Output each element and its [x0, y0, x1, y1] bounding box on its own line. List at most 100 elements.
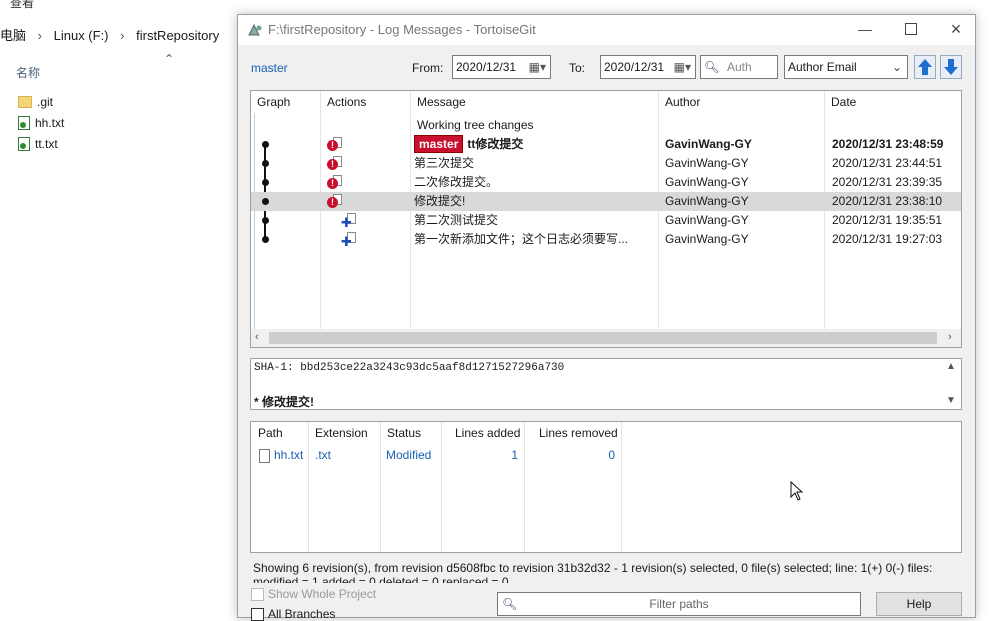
explorer-item-tt[interactable]: tt.txt [18, 135, 58, 153]
chevron-right-icon: › [120, 28, 125, 43]
mouse-cursor-icon [790, 481, 804, 501]
added-icon: ✚ [341, 215, 352, 230]
commit-author: GavinWang-GY [665, 137, 752, 151]
explorer-item-git[interactable]: .git [18, 93, 53, 111]
file-row[interactable]: hh.txt .txt Modified 1 0 [251, 446, 961, 465]
commit-row[interactable]: ! master tt修改提交 GavinWang-GY 2020/12/31 23:4… [251, 135, 961, 154]
commit-row[interactable]: ! 二次修改提交。 GavinWang-GY 2020/12/31 23:39:35 [251, 173, 961, 192]
column-header-graph[interactable]: Graph [251, 91, 290, 113]
working-tree-label: Working tree changes [417, 118, 534, 132]
from-label: From: [412, 61, 444, 75]
breadcrumb: 电脑 › Linux (F:) › firstRepository [0, 26, 219, 46]
commit-date: 2020/12/31 23:38:10 [832, 194, 943, 208]
chevron-down-icon: ⌄ [891, 60, 902, 74]
file-column-lines-removed[interactable]: Lines removed [533, 422, 618, 444]
commit-date: 2020/12/31 19:27:03 [832, 232, 943, 246]
arrow-down-icon [944, 59, 958, 75]
modified-icon: ! [327, 159, 338, 170]
window-title: F:\firstRepository - Log Messages - Tort… [268, 22, 536, 37]
commit-date: 2020/12/31 23:39:35 [832, 175, 943, 189]
to-label: To: [569, 61, 586, 75]
commit-message-text: 第二次测试提交 [414, 213, 499, 227]
checkbox-icon [251, 587, 264, 601]
title-bar[interactable]: F:\firstRepository - Log Messages - Tort… [238, 15, 975, 45]
commit-node [262, 160, 269, 167]
branch-ref-badge[interactable]: master [414, 135, 464, 153]
calendar-dropdown-icon: ▦▾ [528, 60, 546, 74]
file-lines-added: 1 [511, 448, 518, 462]
status-text: Showing 6 revision(s), from revision d56… [253, 561, 958, 583]
filter-field-select[interactable]: Author Email ⌄ [784, 55, 908, 79]
breadcrumb-item-pc[interactable]: 电脑 [0, 28, 26, 43]
calendar-dropdown-icon: ▦▾ [673, 60, 691, 74]
chevron-right-icon: › [37, 28, 42, 43]
file-explorer: 查看 电脑 › Linux (F:) › firstRepository 名称 … [0, 0, 240, 618]
file-path: hh.txt [274, 448, 304, 462]
branch-link[interactable]: master [251, 61, 288, 75]
minimize-button[interactable]: — [850, 17, 880, 41]
modified-icon: ! [327, 178, 338, 189]
next-button[interactable] [940, 55, 962, 79]
status-line-1: Showing 6 revision(s), from revision d56… [253, 561, 933, 575]
breadcrumb-item-drive[interactable]: Linux (F:) [54, 28, 109, 43]
search-icon: 🔍︎ [502, 597, 518, 611]
file-column-extension[interactable]: Extension [309, 422, 368, 444]
horizontal-scrollbar[interactable]: ‹ › [251, 329, 961, 347]
log-list[interactable]: Graph Actions Message Author Date Workin… [250, 90, 962, 348]
column-divider [524, 422, 525, 552]
filter-paths-input[interactable]: 🔍︎ Filter paths [497, 592, 861, 616]
checkbox-icon [251, 607, 264, 621]
commit-date: 2020/12/31 23:44:51 [832, 156, 943, 170]
file-column-status[interactable]: Status [381, 422, 421, 444]
commit-message-text: 第一次新添加文件；这个日志必须要写... [414, 232, 629, 246]
column-header-actions[interactable]: Actions [321, 91, 366, 113]
show-whole-project-checkbox[interactable]: Show Whole Project [251, 587, 376, 601]
commit-message-detail: * 修改提交! [254, 395, 315, 409]
maximize-button[interactable] [896, 17, 926, 41]
file-column-path[interactable]: Path [252, 422, 283, 444]
to-date-picker[interactable]: 2020/12/31 ▦▾ [600, 55, 696, 79]
commit-message-text: 二次修改提交。 [414, 175, 499, 189]
explorer-item-hh[interactable]: hh.txt [18, 114, 64, 132]
column-header-date[interactable]: Date [825, 91, 856, 113]
column-header-name[interactable]: 名称 [16, 64, 40, 81]
changed-files-list[interactable]: Path Extension Status Lines added Lines … [250, 421, 962, 553]
tortoisegit-icon [248, 23, 262, 36]
commit-author: GavinWang-GY [665, 213, 749, 227]
scroll-up-icon[interactable]: ▲ [946, 361, 956, 372]
all-branches-checkbox[interactable]: All Branches [251, 607, 335, 621]
from-date-picker[interactable]: 2020/12/31 ▦▾ [452, 55, 551, 79]
commit-message-text: 修改提交! [414, 194, 466, 208]
commit-author: GavinWang-GY [665, 156, 749, 170]
search-input[interactable]: 🔍︎ Auth [700, 55, 778, 79]
working-tree-row[interactable]: Working tree changes [251, 116, 961, 135]
breadcrumb-item-folder[interactable]: firstRepository [136, 28, 219, 43]
search-icon: 🔍︎ [704, 60, 720, 74]
commit-row[interactable]: ! 第三次提交 GavinWang-GY 2020/12/31 23:44:51 [251, 154, 961, 173]
commit-row[interactable]: ✚ 第二次测试提交 GavinWang-GY 2020/12/31 19:35:51 [251, 211, 961, 230]
scroll-right-icon[interactable]: › [948, 331, 952, 343]
scrollbar-thumb[interactable] [269, 332, 937, 344]
commit-detail[interactable]: SHA-1: bbd253ce22a3243c93dc5aaf8d1271527… [250, 358, 962, 410]
file-column-lines-added[interactable]: Lines added [449, 422, 520, 444]
scroll-left-icon[interactable]: ‹ [255, 331, 259, 343]
commit-message: 二次修改提交。 [414, 173, 654, 192]
column-header-message[interactable]: Message [411, 91, 466, 113]
previous-button[interactable] [914, 55, 936, 79]
commit-message: 第三次提交 [414, 154, 654, 173]
commit-node [262, 141, 269, 148]
scroll-down-icon[interactable]: ▼ [946, 395, 956, 406]
commit-row[interactable]: ✚ 第一次新添加文件；这个日志必须要写... GavinWang-GY 2020/12… [251, 230, 961, 249]
commit-node [262, 236, 269, 243]
close-button[interactable]: × [941, 17, 971, 41]
commit-date: 2020/12/31 19:35:51 [832, 213, 943, 227]
menu-view-partial[interactable]: 查看 [10, 0, 34, 11]
commit-message: 第二次测试提交 [414, 211, 654, 230]
file-lines-removed: 0 [608, 448, 615, 462]
commit-node [262, 179, 269, 186]
column-header-author[interactable]: Author [659, 91, 700, 113]
commit-row[interactable]: ! 修改提交! GavinWang-GY 2020/12/31 23:38:10 [251, 192, 961, 211]
commit-author: GavinWang-GY [665, 232, 749, 246]
help-button[interactable]: Help [876, 592, 962, 616]
arrow-up-icon [918, 59, 932, 75]
